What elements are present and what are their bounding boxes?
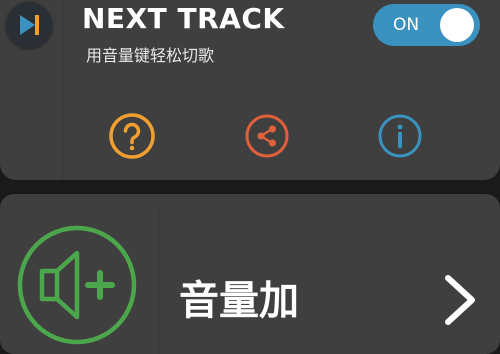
divider bbox=[158, 208, 159, 354]
volume-up-label: 音量加 bbox=[179, 278, 299, 324]
divider bbox=[62, 0, 63, 180]
app-title: NEXT TRACK bbox=[82, 2, 285, 35]
share-button[interactable] bbox=[243, 112, 291, 160]
info-button[interactable] bbox=[376, 112, 424, 160]
share-icon bbox=[245, 114, 289, 158]
help-icon bbox=[109, 113, 155, 159]
volume-up-icon bbox=[15, 223, 139, 347]
toggle-knob bbox=[440, 8, 474, 42]
toggle-label: ON bbox=[393, 15, 420, 35]
help-button[interactable] bbox=[108, 112, 156, 160]
info-icon bbox=[378, 114, 422, 158]
chevron-right-icon[interactable] bbox=[440, 272, 480, 328]
enable-toggle[interactable]: ON bbox=[373, 4, 480, 46]
play-next-icon bbox=[6, 2, 52, 48]
app-subtitle: 用音量键轻松切歌 bbox=[86, 46, 215, 65]
